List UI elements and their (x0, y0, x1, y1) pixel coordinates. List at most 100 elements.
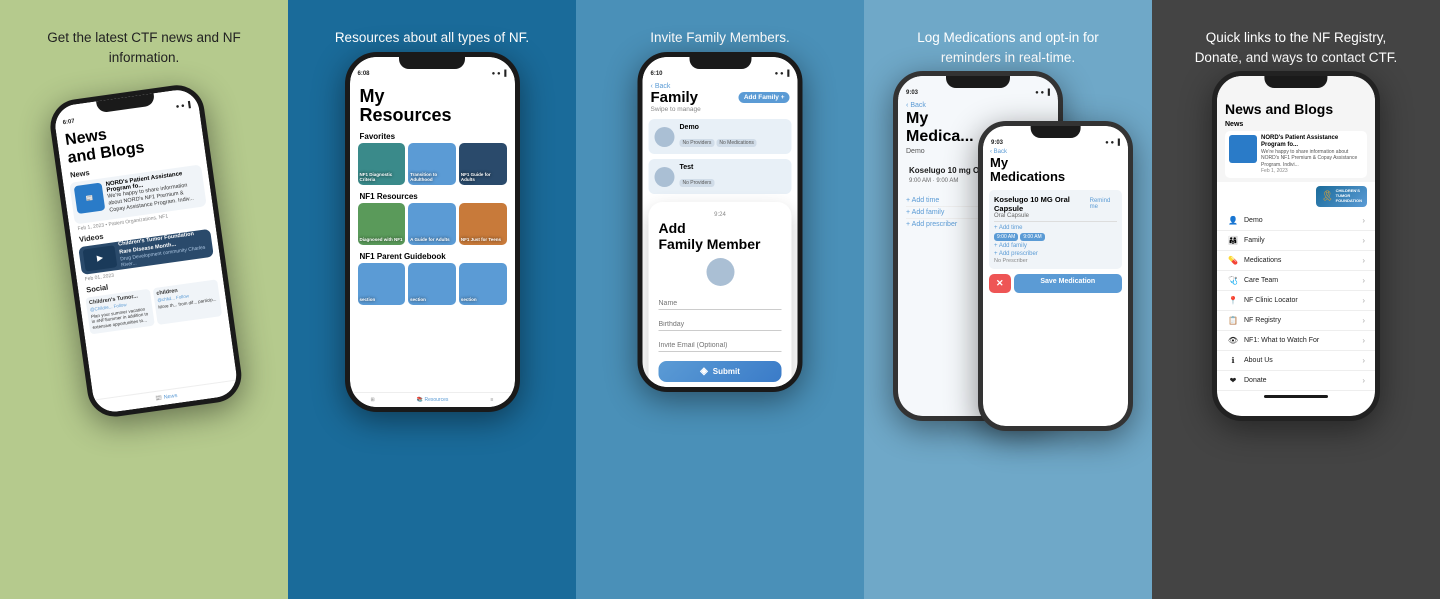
signal-4a: ● ● ▐ (1035, 90, 1050, 96)
submit-btn[interactable]: ◈ Submit (659, 361, 782, 382)
popup-avatar (706, 258, 734, 286)
phone-4b: 9:03 ● ● ▐ ‹ Back MyMedications Koselugo… (978, 121, 1133, 431)
screen-5: News and Blogs News NORD's Patient Assis… (1217, 76, 1375, 416)
popup4b-title: MyMedications (983, 156, 1128, 188)
birthday-input[interactable] (659, 319, 782, 331)
ctf-logo-icon: 🎗 (1321, 191, 1334, 202)
time-3a: 6:10 (651, 71, 663, 77)
save-med-btn[interactable]: Save Medication (1014, 274, 1122, 293)
menu-item-family[interactable]: 👨‍👩‍👧Family › (1217, 231, 1375, 251)
notch-5 (1264, 76, 1327, 88)
menu-item-donate[interactable]: ❤Donate › (1217, 371, 1375, 391)
news-card-date-5: Feb 1, 2023 (1261, 168, 1363, 174)
swipe-hint: Swipe to manage (651, 106, 790, 113)
screen2-title: MyResources (350, 79, 515, 129)
tab2-home[interactable]: ⊞ (371, 397, 375, 403)
name-input[interactable] (659, 298, 782, 310)
menu-item-nf1-watch[interactable]: 👁NF1: What to Watch For › (1217, 331, 1375, 351)
phone-3a: 6:10 ● ● ▐ ‹ Back Family Add Family + Sw… (638, 52, 803, 392)
section-favorites: Favorites (350, 128, 515, 143)
add-family-popup2[interactable]: + Add family (994, 242, 1117, 250)
news-card-5: NORD's Patient Assistance Program fo... … (1225, 131, 1367, 179)
panel-3-caption: Invite Family Members. (650, 28, 790, 48)
video-img-1: ▶ (82, 245, 117, 271)
favorites-thumbs: NF1 Diagnostic Criteria Transition to Ad… (350, 143, 515, 188)
popup4b-sub: Oral Capsule (994, 213, 1117, 222)
thumb-nf1-3[interactable]: NF1 Just for Teens (459, 203, 507, 245)
submit-icon: ◈ (700, 366, 708, 377)
news-sub-5: News (1225, 121, 1367, 128)
thumb-gb-3[interactable]: section (459, 263, 507, 305)
thumb-fav-2[interactable]: Transition to Adulthood (408, 143, 456, 185)
news-card-body-5: We're happy to share information about N… (1261, 149, 1363, 169)
signal-2: ● ● ▐ (492, 71, 507, 77)
logo-section-5: 🎗 CHILDREN'STUMORFOUNDATION (1217, 182, 1375, 210)
menu-item-care-team[interactable]: 🩺Care Team › (1217, 271, 1375, 291)
notch-4b (1030, 126, 1081, 138)
notch-2 (399, 57, 465, 69)
menu-item-about-us[interactable]: ℹAbout Us › (1217, 351, 1375, 371)
thumb-fav-3[interactable]: NF1 Guide for Adults (459, 143, 507, 185)
time-4b: 9:03 (991, 140, 1003, 146)
tab-news[interactable]: 📰 News (155, 393, 178, 402)
thumb-gb-1[interactable]: section (358, 263, 406, 305)
time-badges: 9:00 AM 9:00 AM (994, 233, 1117, 241)
menu-item-nf-registry[interactable]: 📋NF Registry › (1217, 311, 1375, 331)
news-text-5: NORD's Patient Assistance Program fo... … (1261, 135, 1363, 175)
avatar-test (655, 167, 675, 187)
menu-item-medications[interactable]: 💊Medications › (1217, 251, 1375, 271)
avatar-demo (655, 127, 675, 147)
family-title: Family (651, 90, 699, 107)
panel-3: Invite Family Members. 6:10 ● ● ▐ ‹ Back… (576, 0, 864, 599)
thumb-img-gb-3: section (459, 263, 507, 305)
add-family-btn[interactable]: Add Family + (739, 92, 790, 103)
screen-4b: 9:03 ● ● ▐ ‹ Back MyMedications Koselugo… (983, 126, 1128, 426)
time-4a: 9:03 (906, 90, 918, 96)
family-header: Family Add Family + (651, 90, 790, 107)
panel-5-caption: Quick links to the NF Registry, Donate, … (1186, 28, 1406, 67)
thumb-img-gb-1: section (358, 263, 406, 305)
news-title-5: News and Blogs (1225, 102, 1367, 117)
thumb-img-nf1-2: A Guide for Adults (408, 203, 456, 245)
add-time-popup[interactable]: + Add time (994, 224, 1117, 232)
tab2-resources[interactable]: 📚 Resources (417, 397, 449, 403)
notch-3a (689, 57, 751, 69)
add-prescriber-popup[interactable]: + Add prescriber (994, 250, 1117, 258)
remind-label: Remind me (1090, 198, 1117, 210)
menu-item-demo[interactable]: 👤Demo › (1217, 211, 1375, 231)
screen3-top: ‹ Back Family Add Family + Swipe to mana… (643, 79, 798, 118)
section-guidebook: NF1 Parent Guidebook (350, 248, 515, 263)
thumb-nf1-2[interactable]: A Guide for Adults (408, 203, 456, 245)
screen-3a: 6:10 ● ● ▐ ‹ Back Family Add Family + Sw… (643, 57, 798, 387)
news-img-5 (1229, 135, 1257, 163)
news-card-img-1: 📰 (73, 183, 105, 215)
save-cancel-row: ✕ Save Medication (989, 274, 1122, 293)
tab2-menu[interactable]: ≡ (490, 397, 493, 403)
thumb-img-nf1-1: Diagnosed with NF1 (358, 203, 406, 245)
thumb-fav-1[interactable]: NF1 Diagnostic Criteria (358, 143, 406, 185)
tabbar-1: 📰 News (93, 380, 239, 415)
invite-email-input[interactable] (659, 340, 782, 352)
social-card-1: Children's Tumor... @Childre... Follow P… (85, 288, 155, 334)
member-demo[interactable]: Demo No ProvidersNo Medications (649, 119, 792, 154)
ctf-logo-text: CHILDREN'STUMORFOUNDATION (1336, 189, 1362, 203)
back-btn-4a[interactable]: ‹ Back (898, 98, 1058, 110)
no-prescriber: No Prescriber (994, 258, 1117, 264)
screen-1: 6:07 ● ● ▐ Newsand Blogs News 📰 NORD's P… (52, 87, 239, 414)
popup-title: AddFamily Member (659, 220, 782, 252)
menu-item-clinic-locator[interactable]: 📍NF Clinic Locator › (1217, 291, 1375, 311)
thumb-img-fav-3: NF1 Guide for Adults (459, 143, 507, 185)
phone-5: News and Blogs News NORD's Patient Assis… (1212, 71, 1380, 421)
panel-4-caption: Log Medications and opt-in for reminders… (898, 28, 1118, 67)
member-test[interactable]: Test No Providers (649, 159, 792, 194)
thumb-gb-2[interactable]: section (408, 263, 456, 305)
submit-label: Submit (713, 367, 740, 376)
time-1: 6:07 (62, 119, 75, 127)
section-nf1resources: NF1 Resources (350, 188, 515, 203)
member-test-info: Test No Providers (680, 164, 717, 189)
thumb-nf1-1[interactable]: Diagnosed with NF1 (358, 203, 406, 245)
panel-5: Quick links to the NF Registry, Donate, … (1152, 0, 1440, 599)
phone-2: 6:08 ● ● ▐ MyResources Favorites NF1 Dia… (345, 52, 520, 412)
cancel-btn-popup[interactable]: ✕ (989, 274, 1011, 293)
home-indicator-5 (1264, 395, 1327, 398)
